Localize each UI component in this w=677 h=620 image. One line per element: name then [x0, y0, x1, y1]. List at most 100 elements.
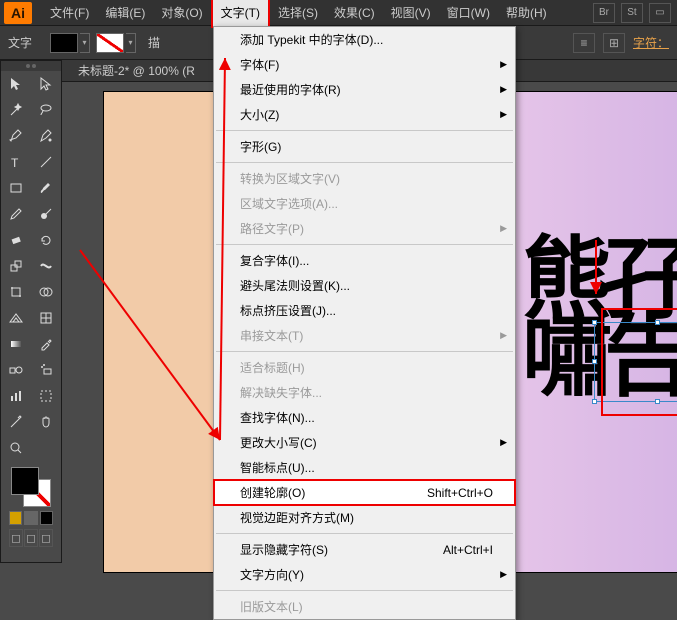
- none-mode-icon[interactable]: [40, 511, 53, 525]
- lasso-tool[interactable]: [31, 97, 61, 123]
- menu-item[interactable]: 文字方向(Y): [214, 562, 515, 587]
- blend-tool[interactable]: [1, 357, 31, 383]
- mesh-tool[interactable]: [31, 305, 61, 331]
- fill-proxy[interactable]: [11, 467, 39, 495]
- rotate-tool[interactable]: [31, 227, 61, 253]
- stock-icon[interactable]: St: [621, 3, 643, 23]
- stroke-label: 描: [148, 34, 160, 51]
- brush-tool[interactable]: [31, 175, 61, 201]
- menu-item-label: 适合标题(H): [240, 359, 305, 376]
- menu-help[interactable]: 帮助(H): [498, 0, 555, 26]
- fill-dropdown[interactable]: ▾: [80, 33, 90, 53]
- align-icon[interactable]: ≡: [573, 33, 595, 53]
- menu-item-label: 避头尾法则设置(K)...: [240, 277, 350, 294]
- menu-item: 串接文本(T): [214, 323, 515, 348]
- menu-item[interactable]: 字形(G): [214, 134, 515, 159]
- menu-item-label: 文字方向(Y): [240, 566, 304, 583]
- menu-item-label: 创建轮廓(O): [240, 484, 305, 501]
- menu-item[interactable]: 标点挤压设置(J)...: [214, 298, 515, 323]
- free-transform-tool[interactable]: [1, 279, 31, 305]
- fill-stroke-proxy[interactable]: [11, 467, 51, 507]
- curvature-tool[interactable]: [31, 123, 61, 149]
- arrange-icon[interactable]: ▭: [649, 3, 671, 23]
- line-tool[interactable]: [31, 149, 61, 175]
- type-tool[interactable]: T: [1, 149, 31, 175]
- menu-item[interactable]: 查找字体(N)...: [214, 405, 515, 430]
- menu-object[interactable]: 对象(O): [153, 0, 210, 26]
- menu-item[interactable]: 复合字体(I)...: [214, 248, 515, 273]
- hand-tool[interactable]: [31, 409, 61, 435]
- menu-item[interactable]: 智能标点(U)...: [214, 455, 515, 480]
- menu-item-label: 添加 Typekit 中的字体(D)...: [240, 31, 383, 48]
- menu-item: 解决缺失字体...: [214, 380, 515, 405]
- graph-tool[interactable]: [1, 383, 31, 409]
- menu-file[interactable]: 文件(F): [42, 0, 97, 26]
- menu-edit[interactable]: 编辑(E): [97, 0, 153, 26]
- menu-item-label: 显示隐藏字符(S): [240, 541, 328, 558]
- menu-item[interactable]: 显示隐藏字符(S)Alt+Ctrl+I: [214, 537, 515, 562]
- menu-item-label: 复合字体(I)...: [240, 252, 309, 269]
- color-mode-icon[interactable]: [9, 511, 22, 525]
- menu-item[interactable]: 字体(F): [214, 52, 515, 77]
- menu-item[interactable]: 最近使用的字体(R): [214, 77, 515, 102]
- menu-window[interactable]: 窗口(W): [439, 0, 498, 26]
- menu-item: 适合标题(H): [214, 355, 515, 380]
- menu-item[interactable]: 大小(Z): [214, 102, 515, 127]
- menu-item-label: 串接文本(T): [240, 327, 303, 344]
- menu-item: 转换为区域文字(V): [214, 166, 515, 191]
- menu-separator: [216, 130, 513, 131]
- gradient-mode-icon[interactable]: [24, 511, 37, 525]
- symbol-spray-tool[interactable]: [31, 357, 61, 383]
- stroke-dropdown[interactable]: ▾: [126, 33, 136, 53]
- menu-item-label: 最近使用的字体(R): [240, 81, 341, 98]
- type-menu-dropdown: 添加 Typekit 中的字体(D)... 字体(F) 最近使用的字体(R) 大小(Z…: [213, 26, 516, 620]
- menu-separator: [216, 162, 513, 163]
- menu-item-label: 标点挤压设置(J)...: [240, 302, 336, 319]
- menu-item-label: 转换为区域文字(V): [240, 170, 340, 187]
- scale-tool[interactable]: [1, 253, 31, 279]
- menu-view[interactable]: 视图(V): [383, 0, 439, 26]
- svg-text:T: T: [11, 156, 19, 170]
- direct-selection-tool[interactable]: [31, 71, 61, 97]
- menu-item[interactable]: 添加 Typekit 中的字体(D)...: [214, 27, 515, 52]
- menu-item-label: 字形(G): [240, 138, 281, 155]
- stroke-swatch[interactable]: [96, 33, 124, 53]
- menu-item[interactable]: 避头尾法则设置(K)...: [214, 273, 515, 298]
- perspective-tool[interactable]: [1, 305, 31, 331]
- blob-brush-tool[interactable]: [31, 201, 61, 227]
- eyedropper-tool[interactable]: [31, 331, 61, 357]
- fill-swatch[interactable]: [50, 33, 78, 53]
- menu-item: 旧版文本(L): [214, 594, 515, 619]
- menu-item[interactable]: 视觉边距对齐方式(M): [214, 505, 515, 530]
- menu-item[interactable]: 创建轮廓(O)Shift+Ctrl+O: [214, 480, 515, 505]
- draw-behind-icon[interactable]: ◻: [24, 529, 38, 547]
- dock-grip[interactable]: [1, 61, 61, 71]
- artboard-tool[interactable]: [31, 383, 61, 409]
- menu-item-label: 查找字体(N)...: [240, 409, 315, 426]
- shape-builder-tool[interactable]: [31, 279, 61, 305]
- menu-item-label: 路径文字(P): [240, 220, 304, 237]
- menu-type[interactable]: 文字(T): [211, 0, 270, 28]
- character-link[interactable]: 字符：: [633, 34, 669, 51]
- zoom-tool[interactable]: [1, 435, 31, 461]
- transform-icon[interactable]: ⊞: [603, 33, 625, 53]
- menu-select[interactable]: 选择(S): [270, 0, 326, 26]
- bridge-icon[interactable]: Br: [593, 3, 615, 23]
- draw-inside-icon[interactable]: ◻: [39, 529, 53, 547]
- menu-item[interactable]: 更改大小写(C): [214, 430, 515, 455]
- width-tool[interactable]: [31, 253, 61, 279]
- magic-wand-tool[interactable]: [1, 97, 31, 123]
- menu-separator: [216, 351, 513, 352]
- annotation-box: [601, 308, 677, 416]
- draw-normal-icon[interactable]: ◻: [9, 529, 23, 547]
- gradient-tool[interactable]: [1, 331, 31, 357]
- rectangle-tool[interactable]: [1, 175, 31, 201]
- pencil-tool[interactable]: [1, 201, 31, 227]
- eraser-tool[interactable]: [1, 227, 31, 253]
- pen-tool[interactable]: [1, 123, 31, 149]
- fill-stroke-toggle[interactable]: [31, 435, 61, 461]
- selection-tool[interactable]: [1, 71, 31, 97]
- slice-tool[interactable]: [1, 409, 31, 435]
- menu-effect[interactable]: 效果(C): [326, 0, 383, 26]
- menu-item-label: 字体(F): [240, 56, 279, 73]
